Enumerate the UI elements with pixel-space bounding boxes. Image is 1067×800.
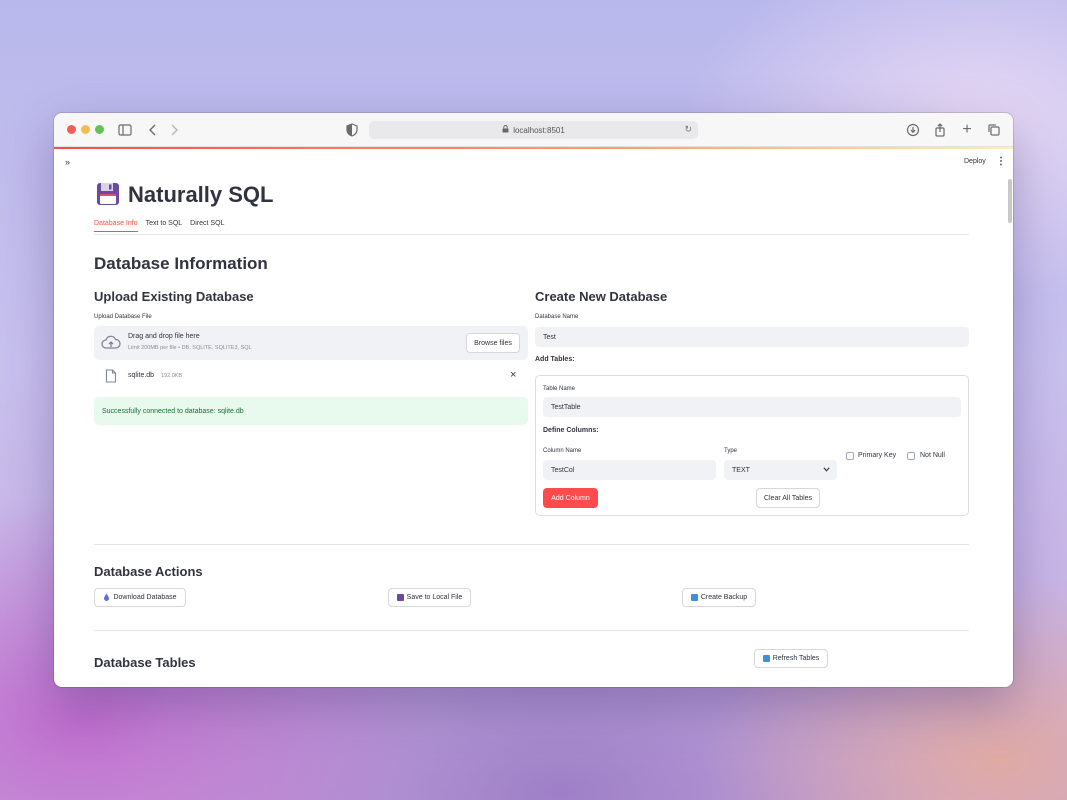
url-text: localhost:8501 [513,125,565,135]
save-to-local-file-label: Save to Local File [406,594,463,601]
page-title: Naturally SQL [128,182,274,207]
back-icon[interactable] [145,122,161,138]
streamlit-app: » Deploy ⋮ Naturally SQL Database Info T… [54,149,1013,687]
actions-heading: Database Actions [94,564,203,579]
new-tab-icon[interactable]: + [959,122,975,138]
tab-database-info[interactable]: Database Info [94,220,138,232]
browser-toolbar: localhost:8501 ↻ + [54,113,1013,147]
browser-window: localhost:8501 ↻ + » Deploy ⋮ Naturally … [54,113,1013,687]
refresh-icon [762,655,770,662]
create-backup-label: Create Backup [700,594,748,601]
reload-icon[interactable]: ↻ [684,124,692,135]
table-form: Table Name TestTable Define Columns: Col… [535,375,969,516]
primary-key-checkbox[interactable] [846,452,854,460]
cloud-upload-icon [101,335,121,356]
forward-icon[interactable] [166,122,182,138]
expand-sidebar-icon[interactable]: » [65,157,70,167]
table-name-label: Table Name [543,386,576,392]
add-tables-label: Add Tables: [535,356,575,363]
drop-hint: Limit 200MB per file • DB, SQLITE, SQLIT… [128,345,252,351]
download-database-label: Download Database [113,594,177,601]
upload-field-label: Upload Database File [94,314,152,320]
sidebar-toggle-icon[interactable] [117,122,133,138]
drop-icon [103,593,110,603]
chevron-down-icon [823,467,830,474]
zoom-window-button[interactable] [95,125,104,134]
file-dropzone[interactable]: Drag and drop file here Limit 200MB per … [94,326,528,360]
create-db-heading: Create New Database [535,289,668,304]
privacy-shield-icon[interactable] [344,122,360,138]
uploaded-file-size: 192.0KB [161,373,183,379]
type-select-value: TEXT [732,466,750,474]
table-name-input[interactable]: TestTable [543,397,961,417]
tab-direct-sql[interactable]: Direct SQL [190,220,224,227]
section-heading-database-info: Database Information [94,254,268,273]
tab-bar: Database Info Text to SQL Direct SQL [94,220,224,232]
db-name-label: Database Name [535,314,579,320]
section-divider [94,630,969,631]
section-divider [94,544,969,545]
create-backup-button[interactable]: Create Backup [682,588,756,607]
clear-all-tables-button[interactable]: Clear All Tables [756,488,820,508]
address-bar[interactable]: localhost:8501 ↻ [369,121,698,139]
save-to-local-file-button[interactable]: Save to Local File [388,588,471,607]
floppy-disk-icon [396,594,404,601]
file-icon [105,369,117,388]
minimize-window-button[interactable] [81,125,90,134]
browse-files-button[interactable]: Browse files [466,333,520,353]
page-scrollbar[interactable] [1008,179,1012,223]
not-null-label[interactable]: Not Null [920,452,945,459]
column-name-label: Column Name [543,448,582,454]
tab-overview-icon[interactable] [986,122,1002,138]
deploy-button[interactable]: Deploy [964,158,986,165]
floppy-disk-icon [96,182,120,211]
primary-key-label[interactable]: Primary Key [858,452,896,459]
add-column-button[interactable]: Add Column [543,488,598,508]
share-icon[interactable] [932,122,948,138]
download-icon[interactable] [905,122,921,138]
type-label: Type [724,448,738,454]
upload-heading: Upload Existing Database [94,289,254,304]
tab-divider [94,234,969,235]
refresh-tables-button[interactable]: Refresh Tables [754,649,828,668]
drop-title: Drag and drop file here [128,333,200,340]
lock-icon [502,125,509,135]
remove-file-icon[interactable]: × [510,369,516,381]
not-null-checkbox[interactable] [907,452,915,460]
download-database-button[interactable]: Download Database [94,588,186,607]
uploaded-file-name: sqlite.db [128,372,155,379]
db-name-input[interactable]: Test [535,327,969,347]
type-select[interactable]: TEXT [724,460,837,480]
tab-text-to-sql[interactable]: Text to SQL [146,220,183,227]
refresh-tables-label: Refresh Tables [772,655,820,662]
success-alert: Successfully connected to database: sqli… [94,397,528,425]
define-columns-label: Define Columns: [543,427,599,434]
main-menu-icon[interactable]: ⋮ [996,156,1006,167]
close-window-button[interactable] [67,125,76,134]
column-name-input[interactable]: TestCol [543,460,716,480]
tables-heading: Database Tables [94,655,196,670]
backup-icon [690,594,698,601]
